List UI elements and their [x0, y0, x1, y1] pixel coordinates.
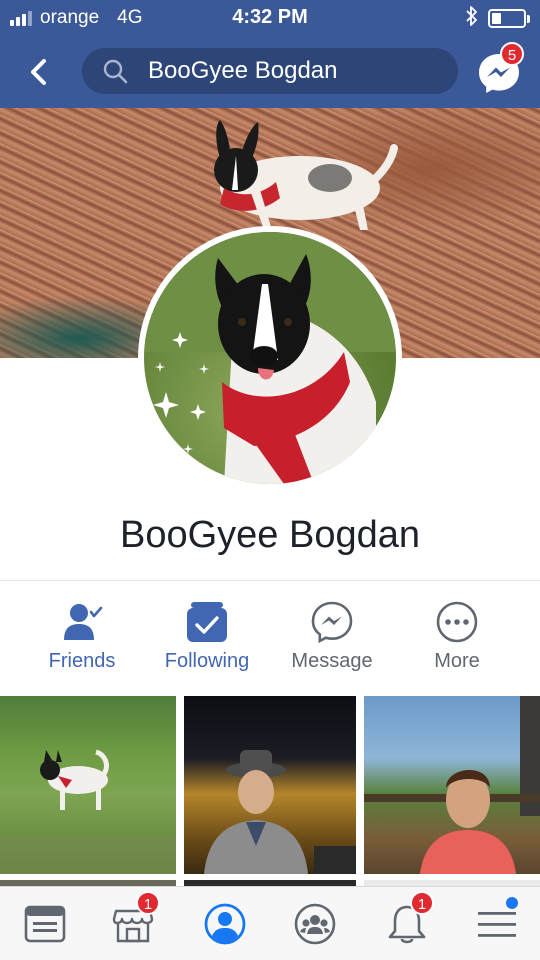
more-button[interactable]: More — [397, 600, 517, 680]
bottom-tab-bar: 1 1 — [0, 886, 540, 960]
tab-groups[interactable] — [292, 901, 338, 947]
message-button[interactable]: Message — [272, 600, 392, 680]
man-outdoor-photo-image — [364, 696, 540, 874]
profile-actions: Friends Following Message More — [0, 600, 540, 680]
marketplace-badge: 1 — [136, 891, 160, 915]
photo-thumbnail[interactable] — [364, 696, 540, 874]
profile-name: BooGyee Bogdan — [119, 514, 420, 556]
avatar — [144, 232, 396, 484]
tab-menu[interactable] — [474, 897, 520, 947]
friends-button[interactable]: Friends — [22, 600, 142, 680]
following-button[interactable]: Following — [147, 600, 267, 680]
photo-thumbnail[interactable] — [184, 696, 356, 874]
status-right — [466, 6, 530, 31]
dog-photo-image — [0, 749, 176, 874]
divider — [0, 580, 540, 581]
tab-news-feed[interactable] — [22, 901, 68, 947]
photo-grid — [0, 696, 540, 874]
following-icon — [187, 602, 227, 642]
header: 5 — [0, 36, 540, 108]
man-night-photo-image — [204, 750, 356, 874]
status-bar: orange 4G 4:32 PM — [0, 0, 540, 36]
message-label: Message — [291, 650, 373, 672]
groups-icon — [294, 903, 336, 945]
status-time: 4:32 PM — [232, 6, 308, 28]
tab-marketplace[interactable]: 1 — [110, 891, 160, 947]
friends-icon — [64, 604, 103, 640]
photo-thumbnail[interactable] — [0, 696, 176, 874]
menu-notification-dot — [506, 897, 518, 909]
search-box[interactable] — [82, 48, 458, 94]
battery-nub — [527, 14, 530, 23]
tab-profile[interactable] — [202, 901, 248, 947]
profile-dog-image — [144, 232, 396, 484]
messenger-icon — [311, 601, 353, 644]
messenger-badge: 5 — [500, 42, 524, 66]
search-input[interactable] — [148, 57, 438, 85]
battery-level — [492, 13, 501, 24]
back-button[interactable] — [20, 54, 60, 90]
search-icon — [103, 59, 128, 84]
profile-picture[interactable] — [138, 226, 402, 490]
tab-notifications[interactable]: 1 — [384, 891, 434, 947]
chevron-left-icon — [31, 59, 46, 85]
messenger-button[interactable]: 5 — [476, 42, 524, 96]
more-label: More — [434, 650, 480, 672]
friends-label: Friends — [48, 650, 116, 672]
bluetooth-icon — [466, 6, 478, 31]
more-icon — [436, 601, 478, 643]
battery-icon — [488, 9, 526, 28]
profile-icon — [204, 903, 246, 945]
following-label: Following — [164, 650, 250, 672]
notifications-badge: 1 — [410, 891, 434, 915]
news-feed-icon — [24, 905, 66, 943]
